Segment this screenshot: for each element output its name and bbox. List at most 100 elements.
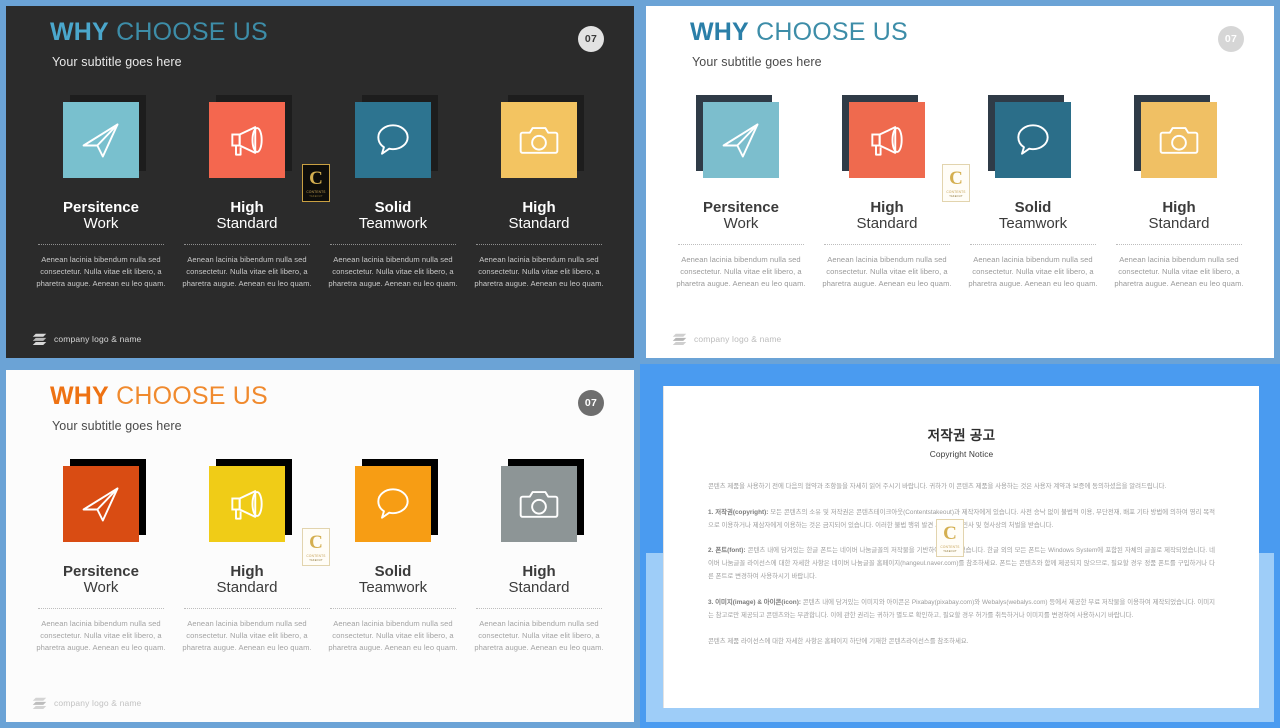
- megaphone-icon: [871, 126, 903, 156]
- slide-light-theme[interactable]: WHY CHOOSE US Your subtitle goes here 07…: [640, 0, 1280, 364]
- icon-tile[interactable]: [1134, 95, 1217, 178]
- icon-tile[interactable]: [842, 95, 925, 178]
- card-heading: Solid Teamwork: [999, 199, 1067, 232]
- slide-copyright-notice[interactable]: 저작권 공고 Copyright Notice 콘텐츠 제품을 사용하기 전에 …: [640, 364, 1280, 728]
- card-heading-line2: Work: [723, 215, 759, 233]
- slide-stage: WHY CHOOSE US Your subtitle goes here 07…: [6, 6, 634, 358]
- card-divider: [330, 244, 456, 246]
- icon-tile[interactable]: [501, 95, 584, 178]
- icon-tile[interactable]: [988, 95, 1071, 178]
- slide-stage: WHY CHOOSE US Your subtitle goes here 07…: [6, 370, 634, 722]
- page-number-badge: 07: [1218, 26, 1244, 52]
- card-divider: [970, 244, 1096, 246]
- feature-card[interactable]: High Standard Aenean lacinia bibendum nu…: [174, 459, 320, 654]
- card-heading: Solid Teamwork: [359, 199, 427, 232]
- page-subtitle: Your subtitle goes here: [52, 419, 182, 433]
- watermark-letter: C: [309, 167, 323, 189]
- card-heading-line1: Solid: [374, 199, 412, 216]
- footer-company-name: company logo & name: [54, 334, 142, 344]
- icon-tile-face: [355, 102, 431, 178]
- card-divider: [38, 608, 164, 610]
- card-heading-line2: Standard: [508, 579, 570, 597]
- notice-paragraph-lead: 3. 이미지(image) & 아이콘(icon):: [708, 598, 801, 606]
- company-logo-icon: [32, 697, 47, 709]
- icon-tile[interactable]: [209, 459, 292, 542]
- notice-title-korean: 저작권 공고: [927, 428, 996, 443]
- feature-card[interactable]: High Standard Aenean lacinia bibendum nu…: [814, 95, 960, 290]
- card-heading-line2: Standard: [216, 215, 278, 233]
- contents-watermark-badge: C CONTENTS TAKEOUT: [302, 164, 330, 202]
- icon-tile[interactable]: [355, 459, 438, 542]
- icon-tile[interactable]: [696, 95, 779, 178]
- watermark-letter: C: [309, 531, 323, 553]
- megaphone-icon: [231, 490, 263, 520]
- watermark-line2: TAKEOUT: [949, 194, 963, 198]
- card-heading-line1: Persitence: [703, 199, 779, 216]
- card-divider: [38, 244, 164, 246]
- card-heading-line2: Work: [83, 579, 119, 597]
- icon-tile[interactable]: [355, 95, 438, 178]
- card-body-text: Aenean lacinia bibendum nulla sed consec…: [328, 619, 458, 653]
- card-body-text: Aenean lacinia bibendum nulla sed consec…: [36, 619, 166, 653]
- slide-orange-theme[interactable]: WHY CHOOSE US Your subtitle goes here 07…: [0, 364, 640, 728]
- slide-dark-theme[interactable]: WHY CHOOSE US Your subtitle goes here 07…: [0, 0, 640, 364]
- notice-paragraph: 콘텐츠 제품을 사용하기 전에 다음의 협약과 조항들을 자세히 읽어 주시기 …: [708, 481, 1215, 494]
- card-body-text: Aenean lacinia bibendum nulla sed consec…: [182, 255, 312, 289]
- icon-tile[interactable]: [209, 95, 292, 178]
- feature-card[interactable]: High Standard Aenean lacinia bibendum nu…: [174, 95, 320, 290]
- card-divider: [184, 608, 310, 610]
- icon-tile[interactable]: [63, 459, 146, 542]
- page-title-rest: CHOOSE US: [748, 18, 908, 46]
- card-heading-line1: High: [522, 199, 556, 216]
- feature-card[interactable]: Solid Teamwork Aenean lacinia bibendum n…: [320, 459, 466, 654]
- feature-card[interactable]: Persitence Work Aenean lacinia bibendum …: [28, 95, 174, 290]
- page-title-accent: WHY: [50, 382, 109, 410]
- feature-card[interactable]: High Standard Aenean lacinia bibendum nu…: [466, 95, 612, 290]
- card-heading-line1: Persitence: [63, 563, 139, 580]
- watermark-line2: TAKEOUT: [943, 549, 957, 553]
- card-divider: [1116, 244, 1242, 246]
- icon-tile[interactable]: [63, 95, 146, 178]
- card-body-text: Aenean lacinia bibendum nulla sed consec…: [474, 619, 604, 653]
- card-heading: Solid Teamwork: [359, 563, 427, 596]
- card-heading: High Standard: [508, 563, 570, 597]
- camera-icon: [1159, 127, 1199, 154]
- card-heading: Persitence Work: [63, 563, 139, 597]
- card-heading: Persitence Work: [63, 199, 139, 233]
- watermark-letter: C: [943, 522, 957, 544]
- page-number-badge: 07: [578, 390, 604, 416]
- paper-plane-icon: [82, 123, 119, 158]
- page-title: WHY CHOOSE US: [690, 18, 908, 47]
- feature-card[interactable]: Solid Teamwork Aenean lacinia bibendum n…: [320, 95, 466, 290]
- card-divider: [476, 608, 602, 610]
- contents-watermark-badge: C CONTENTS TAKEOUT: [936, 519, 964, 557]
- card-heading: Persitence Work: [703, 199, 779, 233]
- page-title-accent: WHY: [50, 18, 109, 46]
- camera-icon: [519, 491, 559, 518]
- card-heading-line2: Work: [83, 215, 119, 233]
- watermark-line2: TAKEOUT: [309, 558, 323, 562]
- card-divider: [330, 608, 456, 610]
- speech-bubble-icon: [377, 124, 409, 155]
- contents-watermark-badge: C CONTENTS TAKEOUT: [302, 528, 330, 566]
- page-number-badge: 07: [578, 26, 604, 52]
- page-subtitle: Your subtitle goes here: [692, 55, 822, 69]
- card-heading: High Standard: [1149, 199, 1210, 232]
- icon-tile-face: [501, 466, 577, 542]
- feature-card[interactable]: High Standard Aenean lacinia bibendum nu…: [466, 459, 612, 654]
- icon-tile-face: [849, 102, 925, 178]
- feature-card[interactable]: Persitence Work Aenean lacinia bibendum …: [28, 459, 174, 654]
- watermark-line1: CONTENTS: [946, 189, 966, 194]
- card-heading-line2: Standard: [508, 215, 570, 233]
- feature-card[interactable]: High Standard Aenean lacinia bibendum nu…: [1106, 95, 1252, 290]
- card-heading-line2: Standard: [216, 579, 278, 597]
- feature-card[interactable]: Solid Teamwork Aenean lacinia bibendum n…: [960, 95, 1106, 290]
- footer-logo-group: company logo & name: [32, 696, 141, 710]
- notice-body: 콘텐츠 제품을 사용하기 전에 다음의 협약과 조항들을 자세히 읽어 주시기 …: [664, 481, 1259, 648]
- icon-tile-face: [501, 102, 577, 178]
- card-body-text: Aenean lacinia bibendum nulla sed consec…: [1114, 255, 1244, 289]
- speech-bubble-icon: [1017, 124, 1049, 155]
- feature-card[interactable]: Persitence Work Aenean lacinia bibendum …: [668, 95, 814, 290]
- icon-tile[interactable]: [501, 459, 584, 542]
- card-heading-line1: High: [1162, 199, 1196, 216]
